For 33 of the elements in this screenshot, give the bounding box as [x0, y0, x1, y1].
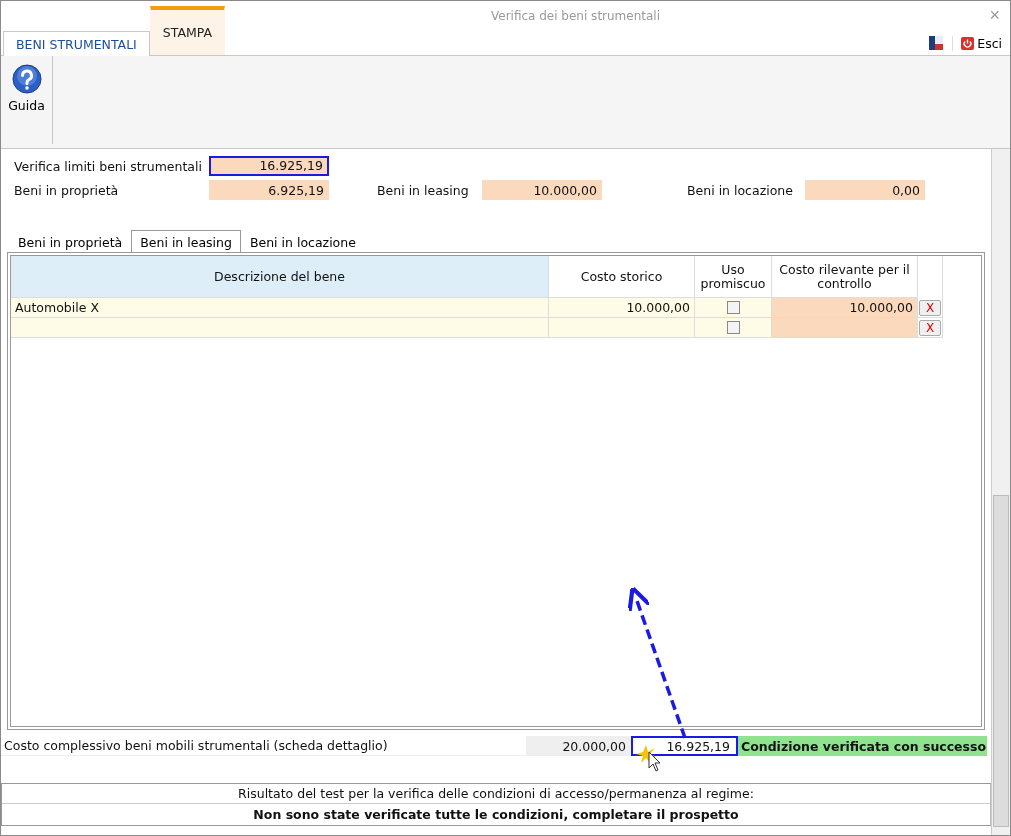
total-value-field: 16.925,19 [209, 156, 329, 176]
delete-button[interactable]: X [919, 299, 941, 316]
tab[interactable]: Beni in proprietà [9, 231, 132, 252]
value-field: 0,00 [805, 180, 925, 200]
value-field: 6.925,19 [209, 180, 329, 200]
delete-button[interactable]: X [919, 319, 941, 336]
status-message: Condizione verificata con successo [738, 736, 987, 756]
tab[interactable]: Beni in locazione [240, 231, 365, 252]
help-button[interactable]: Guida [1, 56, 53, 144]
field-label: Beni in proprietà [14, 182, 120, 198]
window-title: Verifica dei beni strumentali [490, 9, 661, 23]
table-cell: 10.000,00 [549, 298, 695, 318]
value-field: 10.000,00 [482, 180, 602, 200]
total-label: Costo complessivo beni mobili strumentali (scheda dettaglio) [1, 736, 526, 756]
table-cell: 10.000,00 [772, 298, 918, 318]
column-header: Descrizione del bene [11, 256, 549, 298]
table-cell: Automobile X [11, 298, 549, 318]
exit-button[interactable]: Esci [952, 35, 1002, 51]
result-message: Non sono state verificate tutte le condizioni, completare il prospetto [252, 806, 740, 824]
help-icon [11, 64, 42, 94]
field-label: Beni in leasing [377, 182, 470, 198]
power-icon [961, 36, 975, 50]
field-label: Beni in locazione [687, 182, 794, 198]
checkbox[interactable] [726, 301, 740, 314]
tab[interactable]: Beni in leasing [131, 230, 241, 253]
ribbon-tab[interactable]: STAMPA [149, 6, 226, 55]
total-cost-cell: 20.000,00 [526, 736, 631, 756]
scrollbar-thumb[interactable] [993, 495, 1009, 827]
field-label: Verifica limiti beni strumentali [14, 158, 203, 174]
result-heading: Risultato del test per la verifica delle condizioni di accesso/permanenza al regime: [2, 784, 990, 804]
checkbox[interactable] [726, 321, 740, 334]
ribbon-tab[interactable]: BENI STRUMENTALI [3, 31, 150, 56]
flag-icon[interactable] [928, 35, 945, 51]
